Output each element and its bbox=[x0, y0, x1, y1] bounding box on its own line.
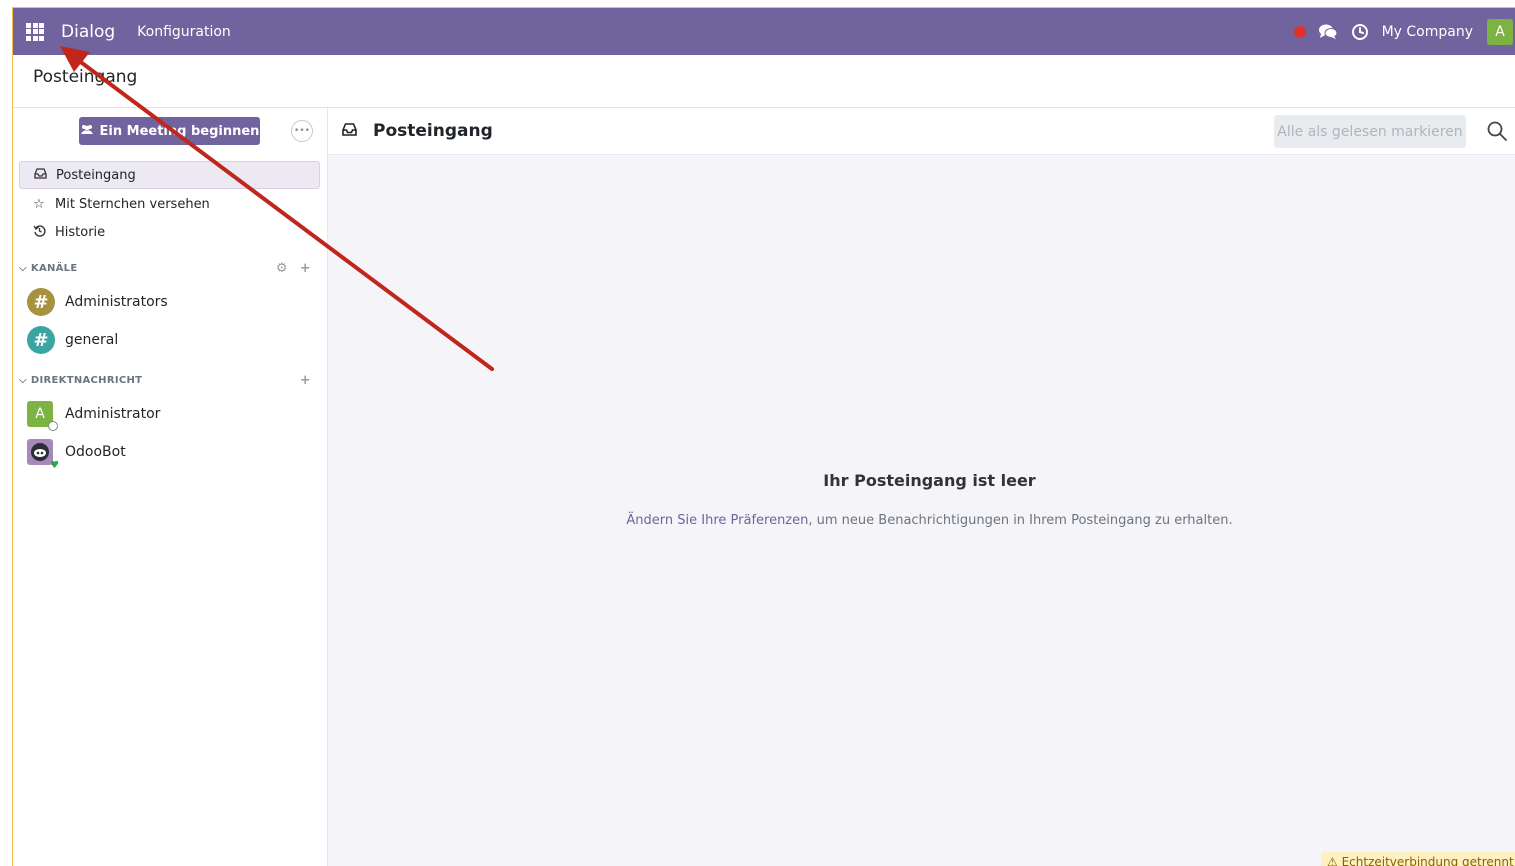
hashtag-icon: # bbox=[27, 288, 55, 316]
hashtag-icon: # bbox=[27, 326, 55, 354]
more-options-icon[interactable]: ••• bbox=[291, 120, 313, 142]
add-channel-plus-icon[interactable]: + bbox=[300, 261, 311, 276]
sidebar-item-label: Mit Sternchen versehen bbox=[55, 196, 210, 212]
empty-inbox-text: , um neue Benachrichtigungen in Ihrem Po… bbox=[808, 513, 1233, 528]
top-navbar: Dialog Konfiguration My Company A bbox=[13, 8, 1515, 55]
chat-bubbles-icon[interactable] bbox=[1318, 22, 1338, 42]
chevron-down-icon: ⌵ bbox=[19, 262, 27, 274]
inbox-icon bbox=[32, 167, 48, 183]
offline-status-icon bbox=[48, 421, 58, 431]
channel-name: general bbox=[65, 332, 119, 348]
history-icon bbox=[31, 224, 47, 241]
sidebar-item-label: Historie bbox=[55, 224, 106, 240]
odoobot-avatar: ♥ bbox=[27, 439, 59, 471]
dm-item-odoobot[interactable]: ♥ OdooBot bbox=[27, 435, 317, 471]
inbox-icon bbox=[342, 122, 357, 140]
start-meeting-button[interactable]: Ein Meeting beginnen bbox=[79, 117, 260, 145]
users-icon bbox=[80, 124, 94, 138]
heart-status-icon: ♥ bbox=[50, 460, 59, 471]
apps-menu-icon[interactable] bbox=[13, 8, 57, 55]
navbar-systray: My Company A bbox=[1293, 8, 1515, 55]
clock-icon[interactable] bbox=[1350, 22, 1370, 42]
channel-name: Administrators bbox=[65, 294, 168, 310]
connection-lost-warning: ⚠ Echtzeitverbindung getrennt bbox=[1321, 852, 1515, 866]
channel-item-general[interactable]: # general bbox=[27, 323, 317, 357]
sidebar-item-inbox[interactable]: Posteingang bbox=[19, 161, 320, 189]
company-switcher[interactable]: My Company bbox=[1382, 24, 1473, 40]
chevron-down-icon: ⌵ bbox=[19, 374, 27, 386]
app-name[interactable]: Dialog bbox=[61, 22, 115, 42]
dm-item-administrator[interactable]: A Administrator bbox=[27, 397, 317, 431]
thread-header: Posteingang Alle als gelesen markieren bbox=[328, 108, 1515, 155]
dm-header-label: DIREKTNACHRICHT bbox=[30, 374, 143, 386]
avatar: A bbox=[27, 401, 58, 431]
add-direct-message-plus-icon[interactable]: + bbox=[300, 373, 311, 388]
channel-item-administrators[interactable]: # Administrators bbox=[27, 285, 317, 319]
channels-section-header[interactable]: ⌵ KANÄLE ⚙ + bbox=[19, 258, 311, 278]
thread-title-label: Posteingang bbox=[373, 121, 493, 141]
recording-indicator-icon[interactable] bbox=[1293, 25, 1306, 38]
channel-settings-gear-icon[interactable]: ⚙ bbox=[276, 261, 288, 276]
star-icon: ☆ bbox=[33, 196, 45, 212]
user-avatar[interactable]: A bbox=[1487, 18, 1513, 45]
channels-header-label: KANÄLE bbox=[30, 262, 78, 274]
discuss-sidebar: Ein Meeting beginnen ••• Posteingang ☆ M… bbox=[13, 108, 328, 866]
dm-name: Administrator bbox=[65, 406, 161, 422]
start-meeting-label: Ein Meeting beginnen bbox=[99, 123, 260, 139]
menu-konfiguration[interactable]: Konfiguration bbox=[137, 24, 231, 40]
search-icon[interactable] bbox=[1486, 120, 1508, 142]
mark-all-read-button[interactable]: Alle als gelesen markieren bbox=[1274, 115, 1466, 148]
control-panel: Posteingang bbox=[13, 55, 1515, 108]
main-thread-area: Posteingang Alle als gelesen markieren I… bbox=[328, 108, 1515, 866]
sidebar-item-history[interactable]: Historie bbox=[19, 218, 320, 246]
breadcrumb: Posteingang bbox=[33, 67, 138, 87]
avatar-initial: A bbox=[35, 406, 45, 422]
empty-inbox-message: Ändern Sie Ihre Präferenzen, um neue Ben… bbox=[328, 513, 1515, 528]
dm-name: OdooBot bbox=[65, 444, 126, 460]
sidebar-item-starred[interactable]: ☆ Mit Sternchen versehen bbox=[19, 190, 320, 218]
direct-messages-section-header[interactable]: ⌵ DIREKTNACHRICHT + bbox=[19, 370, 311, 390]
sidebar-item-label: Posteingang bbox=[56, 167, 136, 183]
thread-title: Posteingang bbox=[342, 121, 493, 141]
change-preferences-link[interactable]: Ändern Sie Ihre Präferenzen bbox=[626, 513, 808, 528]
empty-inbox-title: Ihr Posteingang ist leer bbox=[823, 471, 1036, 490]
